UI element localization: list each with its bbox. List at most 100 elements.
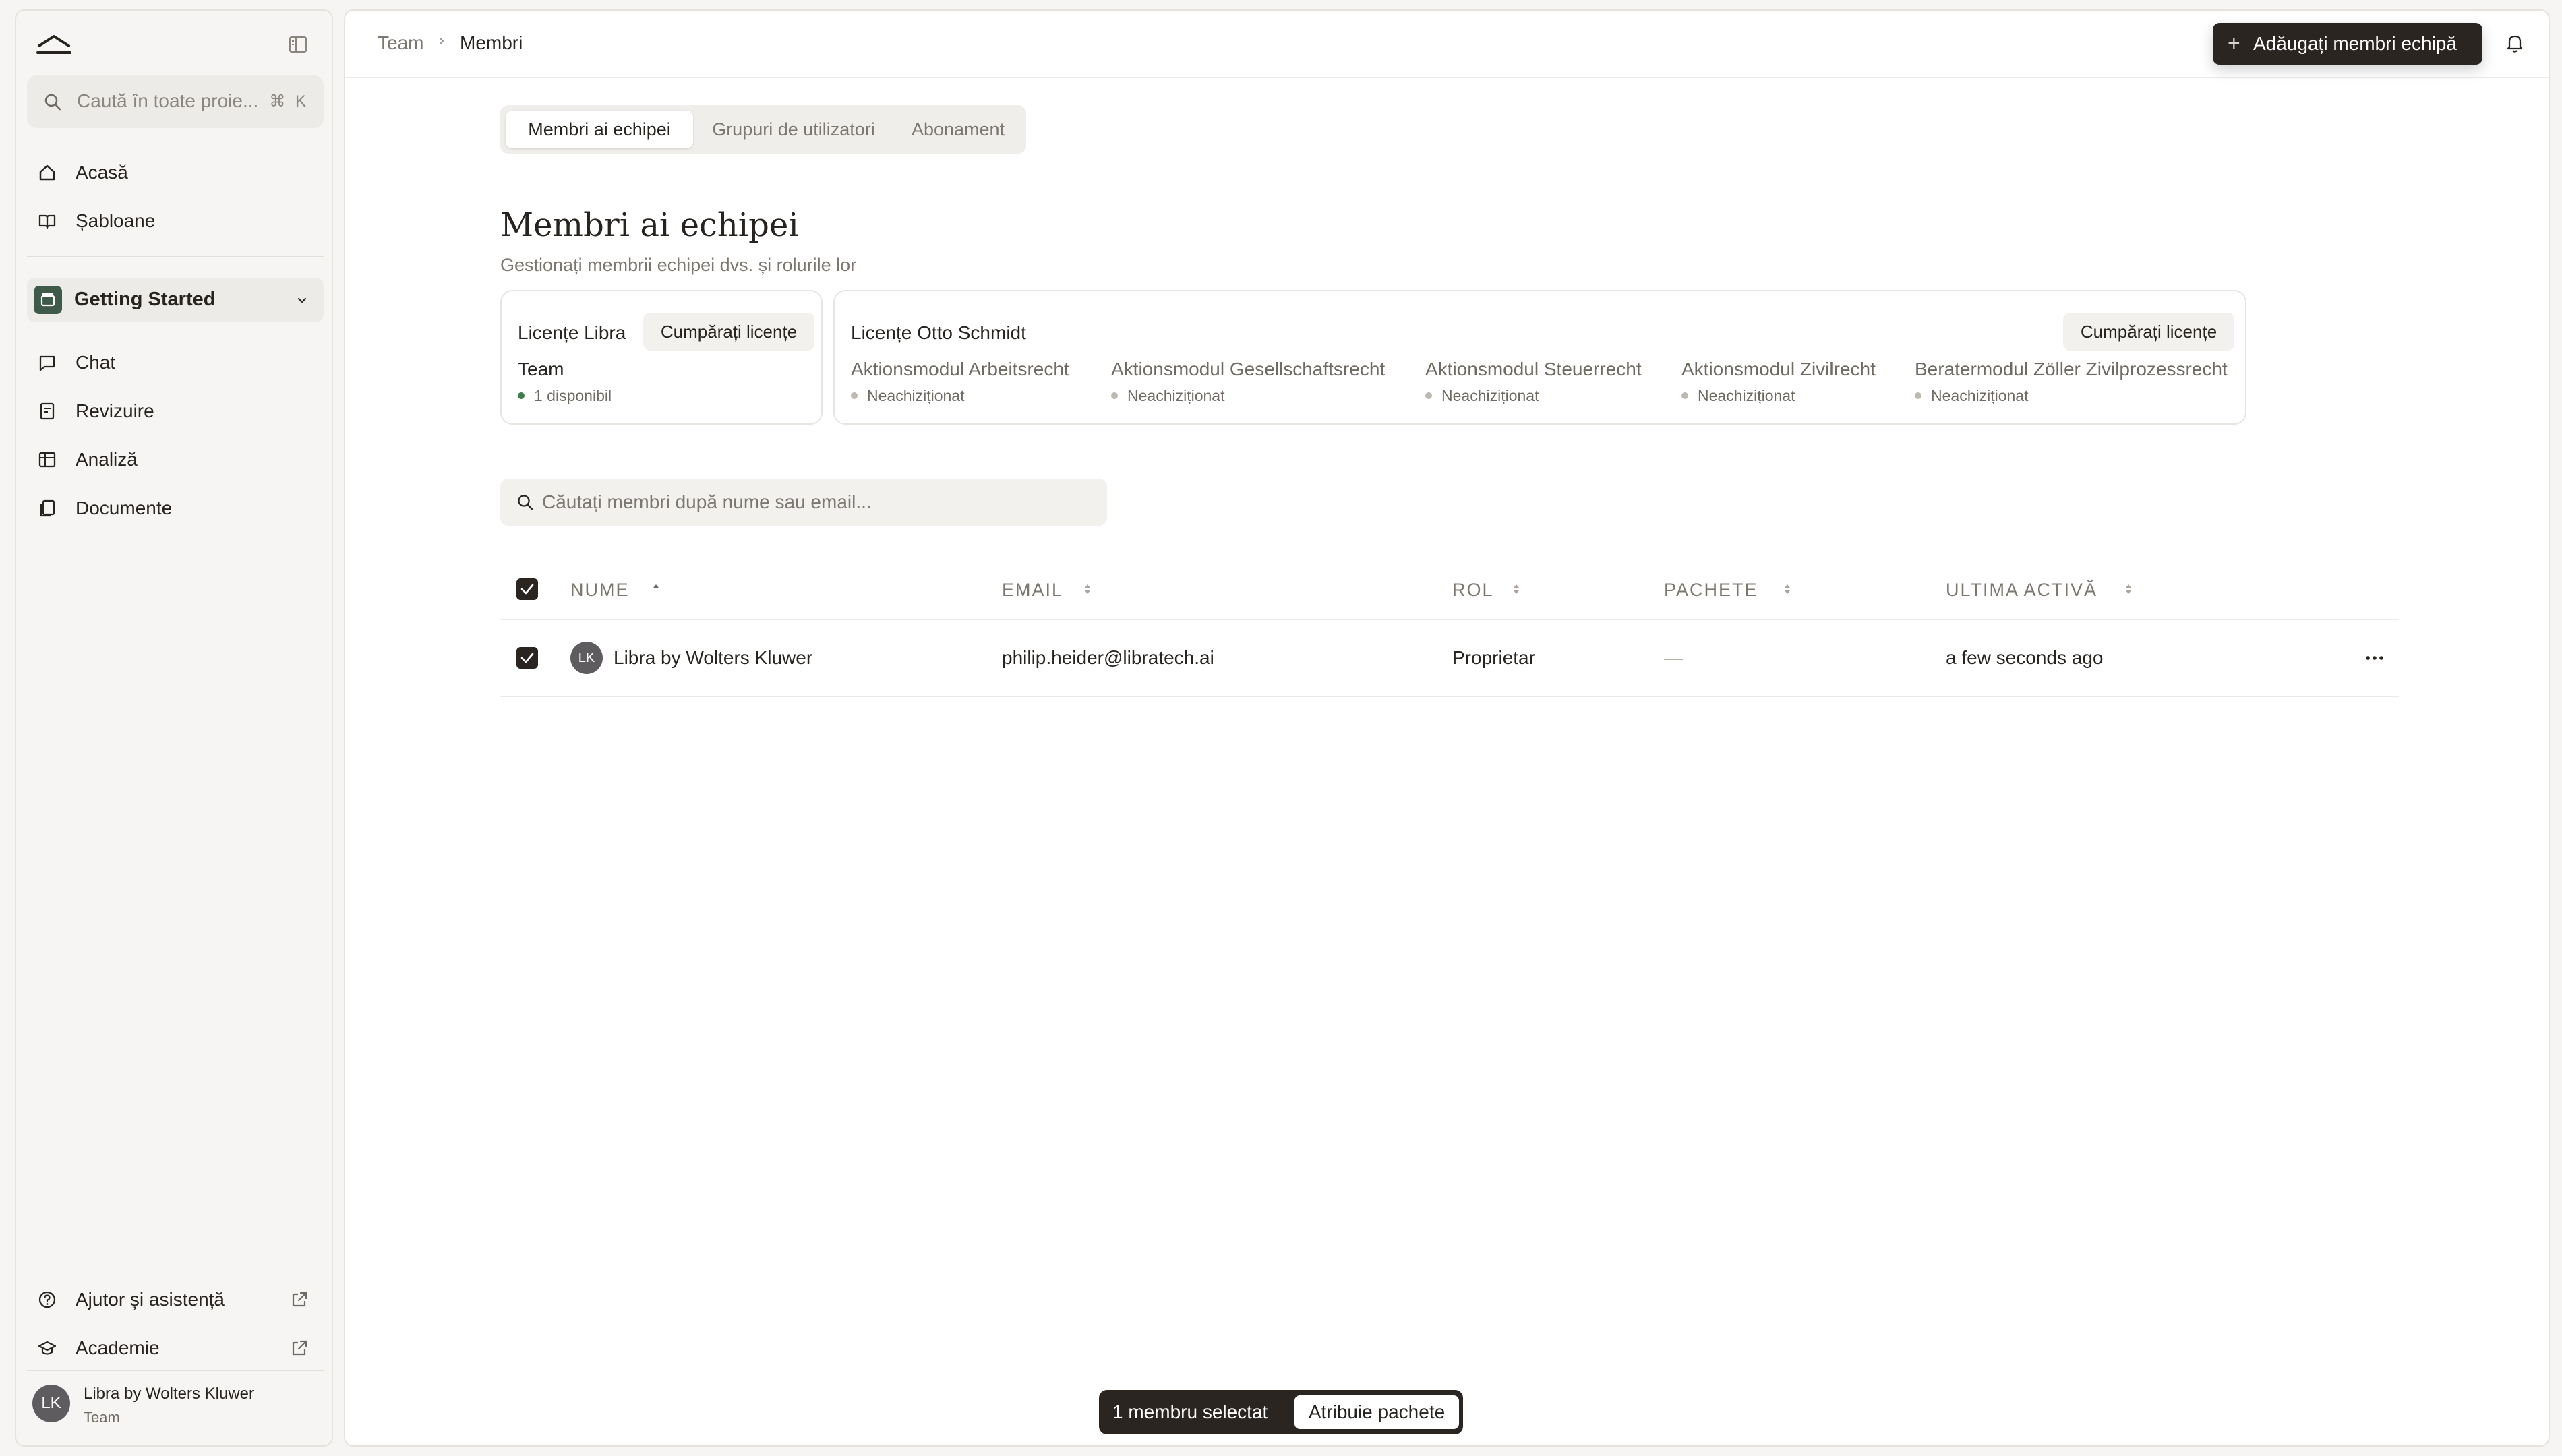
graduation-cap-icon — [38, 1339, 57, 1358]
plus-icon: + — [2228, 31, 2240, 55]
module-status-text: Neachiziționat — [1441, 387, 1539, 404]
libra-licenses-title: Licențe Libra — [518, 322, 626, 343]
app-logo-icon[interactable] — [35, 30, 73, 59]
member-email: philip.heider@libratech.ai — [1002, 647, 1214, 668]
otto-schmidt-licenses-title: Licențe Otto Schmidt — [851, 322, 1026, 343]
page-subtitle: Gestionați membrii echipei dvs. și rolur… — [500, 255, 857, 275]
breadcrumb-current: Membri — [460, 32, 523, 53]
nav-item-label: Acasă — [76, 162, 128, 183]
column-header-role[interactable]: ROL — [1452, 580, 1494, 601]
top-bar: Team Membri + Adăugați membri echipă — [345, 11, 2549, 78]
nav-item-help[interactable]: Ajutor și asistență — [27, 1278, 324, 1321]
bell-icon[interactable] — [2503, 31, 2527, 55]
column-header-email[interactable]: EMAIL — [1002, 580, 1063, 601]
module-name: Beratermodul Zöller Zivilprozessrecht — [1915, 359, 2228, 380]
module-status: Neachiziționat — [1111, 387, 1224, 405]
assign-packages-button[interactable]: Atribuie pachete — [1294, 1395, 1459, 1429]
chevron-down-icon — [295, 294, 309, 307]
page-title: Membri ai echipei — [500, 206, 799, 244]
help-icon — [38, 1290, 57, 1309]
external-link-icon — [290, 1339, 309, 1358]
column-header-name[interactable]: NUME — [570, 580, 630, 601]
sort-ascending-icon[interactable] — [651, 582, 661, 596]
member-packages: — — [1664, 647, 1683, 668]
nav-item-label: Chat — [76, 352, 116, 373]
selection-bar: 1 membru selectat Atribuie pachete — [1099, 1390, 1463, 1434]
nav-item-label: Revizuire — [76, 400, 154, 421]
module-status-text: Neachiziționat — [1127, 387, 1225, 404]
tab-user-groups[interactable]: Grupuri de utilizatori — [696, 111, 891, 148]
member-search-input[interactable]: Căutați membri după nume sau email... — [500, 479, 1107, 526]
sidebar: Caută în toate proie... ⌘ K Acasă Șabloa… — [15, 9, 333, 1447]
member-last-active: a few seconds ago — [1946, 647, 2104, 668]
nav-item-chat[interactable]: Chat — [27, 341, 324, 384]
nav-item-academy[interactable]: Academie — [27, 1327, 324, 1370]
module-status-text: Neachiziționat — [1698, 387, 1795, 404]
project-selector[interactable]: Getting Started — [27, 278, 324, 322]
avatar: LK — [32, 1385, 70, 1422]
select-all-checkbox[interactable] — [516, 578, 538, 600]
more-options-icon[interactable] — [2362, 646, 2387, 670]
module-name: Aktionsmodul Zivilrecht — [1681, 359, 1876, 380]
status-dot — [1681, 392, 1688, 399]
sort-icon[interactable] — [1783, 582, 1792, 596]
table-row[interactable]: LK Libra by Wolters Kluwer philip.heider… — [500, 620, 2399, 697]
column-header-last-active[interactable]: ULTIMA ACTIVĂ — [1946, 580, 2097, 601]
member-search-placeholder: Căutați membri după nume sau email... — [542, 491, 872, 512]
search-icon — [43, 92, 62, 111]
libra-availability: 1 disponibil — [518, 387, 612, 405]
search-shortcut: ⌘ K — [269, 92, 309, 111]
collapse-sidebar-icon[interactable] — [285, 31, 311, 58]
status-dot — [1915, 392, 1922, 399]
search-placeholder: Caută în toate proie... — [77, 90, 259, 111]
folder-icon — [34, 286, 62, 314]
nav-item-label: Ajutor și asistență — [76, 1289, 225, 1310]
global-search-input[interactable]: Caută în toate proie... ⌘ K — [27, 75, 324, 128]
external-link-icon — [290, 1290, 309, 1309]
status-dot — [851, 392, 858, 399]
avatar: LK — [570, 642, 603, 674]
sort-icon[interactable] — [1083, 582, 1092, 596]
module-status: Neachiziționat — [1425, 387, 1539, 405]
documents-icon — [38, 499, 57, 518]
nav-item-analysis[interactable]: Analiză — [27, 438, 324, 481]
tab-team-members[interactable]: Membri ai echipei — [506, 111, 693, 148]
module-name: Aktionsmodul Gesellschaftsrecht — [1111, 359, 1386, 380]
sidebar-divider — [27, 256, 324, 257]
nav-item-label: Documente — [76, 497, 173, 518]
member-role: Proprietar — [1452, 647, 1535, 668]
nav-item-review[interactable]: Revizuire — [27, 390, 324, 433]
user-team: Team — [84, 1409, 120, 1426]
chat-icon — [38, 353, 57, 372]
buy-libra-licenses-button[interactable]: Cumpărați licențe — [643, 313, 814, 351]
nav-item-documents[interactable]: Documente — [27, 487, 324, 530]
row-checkbox[interactable] — [516, 647, 538, 669]
status-dot — [1425, 392, 1432, 399]
module-name: Aktionsmodul Arbeitsrecht — [851, 359, 1069, 380]
breadcrumb-team[interactable]: Team — [378, 32, 423, 54]
home-icon — [38, 163, 57, 182]
status-dot — [1111, 392, 1118, 399]
search-icon — [516, 493, 534, 511]
column-header-packages[interactable]: PACHETE — [1664, 580, 1758, 601]
libra-plan: Team — [518, 359, 564, 380]
review-icon — [38, 402, 57, 421]
libra-licenses-card: Licențe Libra Cumpărați licențe Team 1 d… — [500, 290, 823, 425]
tab-subscription[interactable]: Abonament — [894, 111, 1022, 148]
table-icon — [38, 450, 57, 469]
sort-icon[interactable] — [1512, 582, 1521, 596]
module-status-text: Neachiziționat — [867, 387, 965, 404]
add-team-members-label: Adăugați membri echipă — [2253, 33, 2457, 54]
otto-schmidt-licenses-card: Licențe Otto Schmidt Cumpărați licențe A… — [833, 290, 2246, 425]
nav-item-templates[interactable]: Șabloane — [27, 200, 324, 243]
add-team-members-button[interactable]: + Adăugați membri echipă — [2213, 23, 2482, 65]
sort-icon[interactable] — [2124, 582, 2133, 596]
sidebar-divider — [27, 1370, 324, 1371]
module-status: Neachiziționat — [1681, 387, 1795, 405]
nav-item-home[interactable]: Acasă — [27, 151, 324, 194]
user-account[interactable]: LK Libra by Wolters Kluwer Team — [32, 1375, 329, 1432]
member-name: Libra by Wolters Kluwer — [614, 647, 813, 668]
main-panel: Team Membri + Adăugați membri echipă Mem… — [344, 9, 2550, 1447]
buy-otto-schmidt-licenses-button[interactable]: Cumpărați licențe — [2063, 313, 2234, 351]
module-status: Neachiziționat — [851, 387, 964, 405]
